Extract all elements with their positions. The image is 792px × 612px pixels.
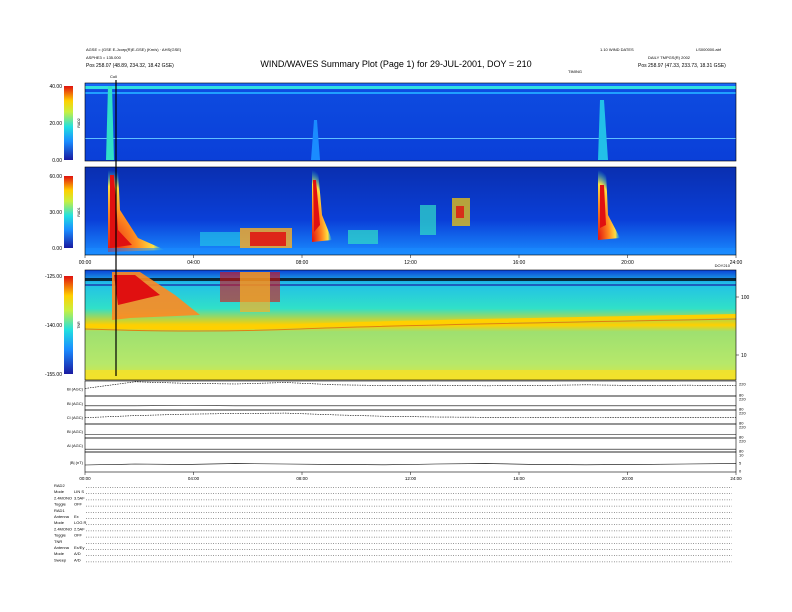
footer-value: A/D [74, 557, 81, 562]
rad1-spectrogram [85, 167, 736, 255]
waveform-trace [84, 463, 737, 466]
right-tick-label: 10 [741, 353, 747, 359]
ytick-label: -140.00 [45, 323, 62, 329]
footer-key: Antenna [54, 514, 70, 519]
footer-key: Toggle [54, 533, 67, 538]
tnr-spectrogram [85, 270, 736, 380]
xtick-label: 16:00 [513, 260, 526, 266]
xtick-label: 16:00 [513, 476, 525, 481]
footer-key: 2.4MONO [54, 495, 72, 500]
xtick-label: 20:00 [622, 476, 634, 481]
doy-label: DOY210 [715, 263, 731, 268]
waveform-right-tick: 220 [739, 382, 746, 387]
waveform-right-tick: 0 [739, 469, 742, 474]
right-tick-label: 100 [741, 295, 750, 301]
footer-value: 3.5AF [74, 495, 85, 500]
xtick-label: 12:00 [404, 260, 417, 266]
waveform-right-tick: 220 [739, 439, 746, 444]
xtick-label: 00:00 [79, 476, 91, 481]
waveform-panel [84, 437, 737, 453]
rad2-colorbar [64, 86, 73, 160]
waveform-label: Al (AGC) [67, 443, 84, 448]
footer-value: LOG R [74, 520, 87, 525]
waveform-right-tick: 5 [739, 461, 742, 466]
xtick-label: 08:00 [296, 260, 309, 266]
summary-plot: 40.00 20.00 0.00 RAD2 60.00 30.00 0.00 RAD1 00:0… [45, 80, 750, 563]
footer-key: Antenna [54, 545, 70, 550]
footer-key: RAD1 [54, 508, 65, 513]
xtick-label: 12:00 [405, 476, 417, 481]
rad2-panel [64, 82, 737, 162]
footer-key: Mode [54, 551, 65, 556]
ytick-label: 0.00 [52, 246, 62, 252]
footer-value: Ex [74, 514, 79, 519]
footer-key: Sweep [54, 557, 67, 562]
footer-value: OFF [74, 502, 83, 507]
waveform-panels [84, 380, 737, 473]
tnr-colorbar [64, 276, 73, 374]
footer-rows [86, 487, 732, 563]
xtick-label: 20:00 [621, 260, 634, 266]
ytick-label: 40.00 [49, 84, 62, 90]
rad1-panel [64, 166, 737, 256]
panel-ylabel: RAD1 [77, 207, 81, 216]
ytick-label: -155.00 [45, 372, 62, 378]
xtick-label: 00:00 [79, 260, 92, 266]
waveform-panel [84, 409, 737, 425]
footer-key: Mode [54, 520, 65, 525]
footer-key: 2.4MONO [54, 526, 72, 531]
ytick-label: -125.00 [45, 274, 62, 280]
footer-key: RAD2 [54, 483, 65, 488]
waveform-trace [84, 381, 737, 389]
waveform-panel [84, 395, 737, 411]
waveform-panel [84, 423, 737, 439]
footer-key: Toggle [54, 502, 67, 507]
footer-key: TNR [54, 539, 62, 544]
xtick-label: 24:00 [730, 476, 742, 481]
waveform-label: Cl (AGC) [67, 415, 84, 420]
tnr-panel [64, 269, 737, 381]
xtick-label: 24:00 [730, 260, 743, 266]
footer-value: 2.5AF [74, 526, 85, 531]
waveform-right-tick: 220 [739, 397, 746, 402]
waveform-label: |B| (nT) [70, 460, 84, 465]
footer-value: OFF [74, 533, 83, 538]
ytick-label: 20.00 [49, 121, 62, 127]
footer-value: LIN S [74, 489, 84, 494]
panel-ylabel: TNR [77, 321, 81, 329]
footer-value: A/D [74, 551, 81, 556]
xtick-label: 04:00 [188, 476, 200, 481]
xtick-label: 04:00 [187, 260, 200, 266]
xtick-label: 08:00 [296, 476, 308, 481]
waveform-right-tick: 10 [739, 453, 744, 458]
ytick-label: 0.00 [52, 158, 62, 164]
rad1-colorbar [64, 176, 73, 248]
rad2-spectrogram [85, 83, 736, 161]
waveform-panel [84, 451, 737, 473]
waveform-label: Bl (AGC) [67, 387, 84, 392]
waveform-right-tick: 220 [739, 411, 746, 416]
panel-ylabel: RAD2 [77, 118, 81, 127]
ytick-label: 60.00 [49, 174, 62, 180]
waveform-label: Bl (AGC) [67, 401, 84, 406]
waveform-trace [84, 412, 736, 418]
waveform-right-tick: 220 [739, 425, 746, 430]
waveform-label: Bl (AGC) [67, 429, 84, 434]
footer-key: Mode [54, 489, 65, 494]
ytick-label: 30.00 [49, 210, 62, 216]
footer-value: Ex/Ey [74, 545, 84, 550]
